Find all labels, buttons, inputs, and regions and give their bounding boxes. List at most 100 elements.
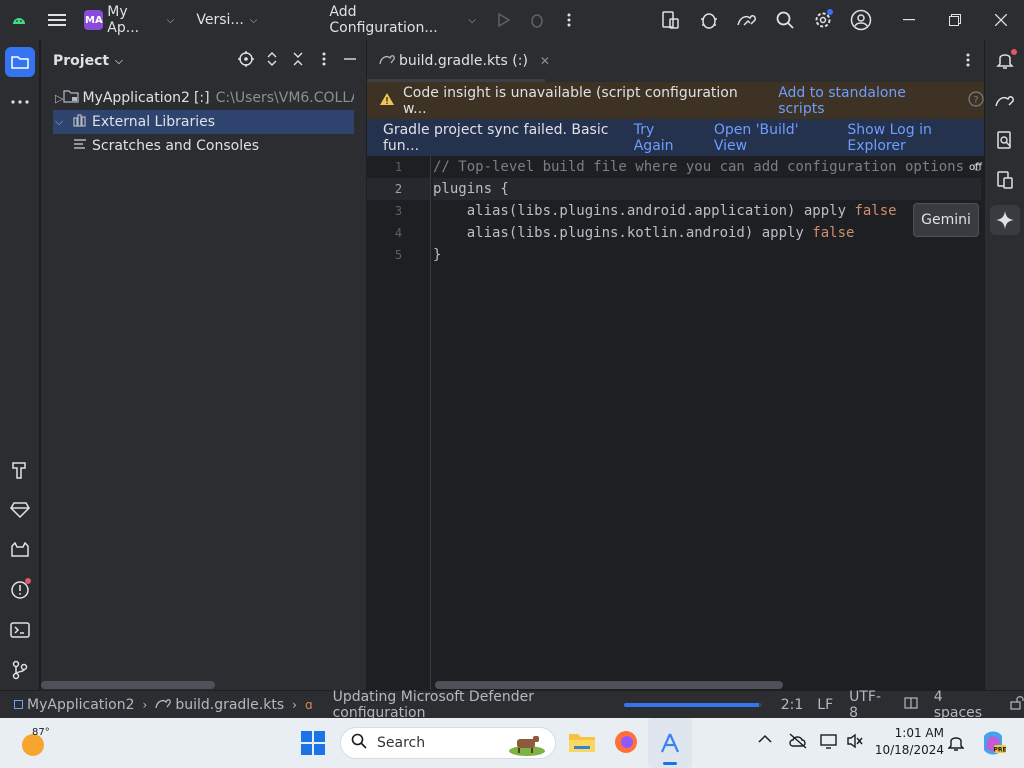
close-tab-icon[interactable]: ✕ bbox=[540, 54, 550, 68]
debug-icon[interactable] bbox=[520, 0, 552, 40]
indent-setting[interactable]: 4 spaces bbox=[934, 689, 992, 721]
background-task-progress-bar bbox=[623, 702, 762, 707]
line-number-gutter: 1 2 3 4 5 bbox=[367, 156, 431, 690]
code-token: // Top-level build file where you can ad… bbox=[433, 159, 981, 175]
chevron-down-icon[interactable]: ⌵ bbox=[115, 56, 123, 67]
file-explorer-icon[interactable] bbox=[568, 730, 596, 758]
restore-icon[interactable] bbox=[932, 0, 978, 40]
chevron-right-icon[interactable]: ▷ bbox=[55, 92, 63, 105]
svg-text:PRE: PRE bbox=[993, 747, 1006, 754]
volume-muted-icon[interactable] bbox=[846, 733, 864, 753]
breadcrumb-project[interactable]: MyApplication2 bbox=[27, 697, 135, 713]
title-bar: MA My Ap... ⌵ Versi... ⌵ Add Configurati… bbox=[0, 0, 1024, 40]
add-to-standalone-scripts-link[interactable]: Add to standalone scripts bbox=[778, 85, 950, 117]
folder-icon bbox=[5, 47, 35, 77]
vcs-selector[interactable]: Versi... ⌵ bbox=[196, 12, 257, 28]
sync-failed-text: Gradle project sync failed. Basic fun... bbox=[383, 121, 609, 154]
expand-all-icon[interactable] bbox=[264, 51, 280, 71]
run-configuration-selector[interactable]: Add Configuration... ⌵ bbox=[329, 4, 476, 36]
close-icon[interactable] bbox=[978, 0, 1024, 40]
project-view-selector[interactable]: Project bbox=[53, 53, 109, 69]
settings-gear-icon[interactable] bbox=[804, 0, 842, 40]
line-number: 2 bbox=[367, 178, 430, 200]
gemini-sparkle-icon[interactable] bbox=[985, 200, 1024, 240]
run-icon[interactable] bbox=[488, 0, 520, 40]
logcat-icon[interactable] bbox=[0, 530, 40, 570]
terminal-icon[interactable] bbox=[0, 610, 40, 650]
app-inspection-icon[interactable] bbox=[690, 0, 728, 40]
problems-icon[interactable] bbox=[0, 570, 40, 610]
code-token: alias(libs.plugins.android.application) … bbox=[433, 203, 855, 219]
help-icon[interactable]: ? bbox=[968, 90, 984, 111]
chevron-down-icon[interactable]: ⌵ bbox=[55, 115, 73, 129]
read-only-lock-icon[interactable] bbox=[1010, 695, 1024, 714]
reader-mode-icon[interactable] bbox=[904, 696, 918, 713]
project-tool-button[interactable] bbox=[0, 42, 40, 82]
code-line: } bbox=[433, 244, 981, 266]
windows-logo-icon bbox=[301, 731, 325, 755]
search-icon bbox=[351, 733, 367, 753]
copilot-icon[interactable]: PRE bbox=[980, 730, 1007, 760]
try-again-link[interactable]: Try Again bbox=[634, 122, 694, 154]
tab-build-gradle[interactable]: build.gradle.kts (:) ✕ bbox=[367, 40, 562, 82]
code-lines: // Top-level build file where you can ad… bbox=[433, 156, 981, 266]
code-token: plugins { bbox=[433, 181, 509, 197]
gradle-sync-icon[interactable] bbox=[728, 0, 766, 40]
gemstone-icon[interactable] bbox=[0, 490, 40, 530]
build-hammer-icon[interactable] bbox=[0, 450, 40, 490]
minimize-icon[interactable] bbox=[887, 0, 933, 40]
breadcrumb-file[interactable]: build.gradle.kts bbox=[175, 697, 284, 713]
version-control-icon[interactable] bbox=[0, 650, 40, 690]
left-tool-window-strip bbox=[0, 40, 40, 690]
project-selector[interactable]: MA My Ap... ⌵ bbox=[84, 4, 174, 36]
run-configuration-label: Add Configuration... bbox=[329, 4, 438, 36]
network-icon[interactable] bbox=[820, 733, 840, 753]
tab-label: build.gradle.kts (:) bbox=[399, 53, 528, 69]
code-token: alias(libs.plugins.kotlin.android) apply bbox=[433, 225, 813, 241]
main-menu-icon[interactable] bbox=[38, 0, 76, 40]
start-button[interactable] bbox=[301, 731, 325, 759]
weather-widget[interactable]: 87° bbox=[22, 727, 52, 758]
more-actions-icon[interactable] bbox=[553, 0, 585, 40]
cloud-offline-icon[interactable] bbox=[788, 733, 808, 753]
tree-item-suffix: [:] bbox=[193, 90, 210, 106]
project-horizontal-scrollbar[interactable] bbox=[41, 681, 215, 689]
tree-item-scratches[interactable]: Scratches and Consoles bbox=[53, 134, 354, 158]
collapse-all-icon[interactable] bbox=[290, 51, 306, 71]
running-devices-icon[interactable] bbox=[985, 160, 1024, 200]
svg-text:?: ? bbox=[973, 95, 978, 106]
project-name: My Ap... bbox=[107, 4, 140, 36]
breadcrumb-separator-icon: › bbox=[292, 697, 297, 712]
select-opened-file-icon[interactable] bbox=[238, 51, 254, 71]
notification-bell-icon[interactable] bbox=[947, 734, 965, 756]
clock[interactable]: 1:01 AM 10/18/2024 bbox=[872, 725, 944, 759]
device-file-explorer-icon[interactable] bbox=[985, 120, 1024, 160]
taskbar-search-box[interactable]: Search bbox=[340, 727, 556, 759]
editor-tab-bar: build.gradle.kts (:) ✕ bbox=[367, 40, 984, 82]
background-task-text[interactable]: Updating Microsoft Defender configuratio… bbox=[333, 689, 615, 721]
notifications-bell-icon[interactable] bbox=[985, 40, 1024, 80]
android-studio-taskbar-icon[interactable] bbox=[648, 718, 692, 768]
code-editor[interactable]: 1 2 3 4 5 // Top-level build file where … bbox=[367, 156, 984, 690]
kotlin-lambda-icon: ɑ bbox=[304, 697, 313, 712]
code-line: alias(libs.plugins.android.application) … bbox=[433, 200, 981, 222]
account-icon[interactable] bbox=[842, 0, 880, 40]
code-line: alias(libs.plugins.kotlin.android) apply… bbox=[433, 222, 981, 244]
tab-options-icon[interactable] bbox=[966, 53, 970, 71]
show-hidden-icons-chevron-icon[interactable] bbox=[758, 733, 772, 748]
warning-triangle-icon bbox=[379, 92, 395, 110]
options-icon[interactable] bbox=[316, 51, 332, 71]
device-manager-icon[interactable] bbox=[651, 0, 689, 40]
show-log-in-explorer-link[interactable]: Show Log in Explorer bbox=[847, 122, 984, 154]
gradle-tool-icon[interactable] bbox=[985, 80, 1024, 120]
search-icon[interactable] bbox=[766, 0, 804, 40]
more-tool-windows-icon[interactable] bbox=[0, 82, 40, 122]
firefox-icon[interactable] bbox=[614, 730, 638, 758]
file-encoding[interactable]: UTF-8 bbox=[849, 689, 888, 721]
line-separator[interactable]: LF bbox=[817, 697, 833, 713]
hide-panel-icon[interactable] bbox=[342, 51, 358, 71]
tree-item-myapplication2[interactable]: ▷ MyApplication2 [:] C:\Users\VM6.COLLAB… bbox=[53, 86, 354, 110]
open-build-view-link[interactable]: Open 'Build' View bbox=[714, 122, 828, 154]
caret-position[interactable]: 2:1 bbox=[781, 697, 804, 713]
tree-item-external-libraries[interactable]: ⌵ External Libraries bbox=[53, 110, 354, 134]
